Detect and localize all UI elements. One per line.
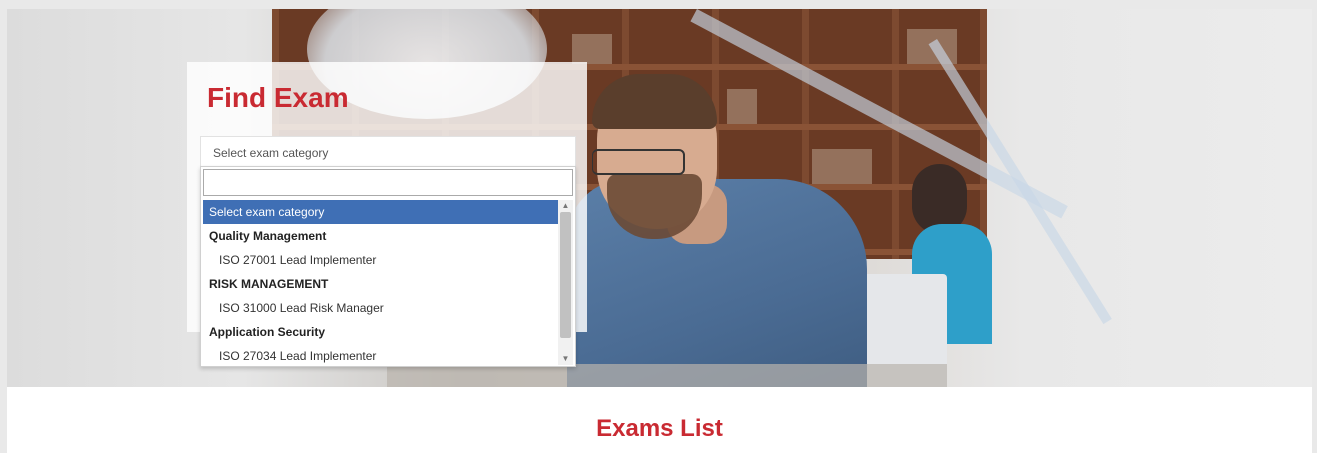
exams-list-section: Exams List <box>7 387 1312 453</box>
exam-category-select-value: Select exam category <box>213 146 329 160</box>
dropdown-options-list: Select exam category Quality Management … <box>203 200 558 365</box>
dropdown-scrollbar[interactable]: ▲ ▼ <box>558 200 573 365</box>
dropdown-group-header: Quality Management <box>209 229 327 243</box>
dropdown-option[interactable]: ISO 27034 Lead Implementer <box>203 344 558 365</box>
dropdown-search-input[interactable] <box>203 169 573 196</box>
dropdown-option[interactable]: ISO 27001 Lead Implementer <box>203 248 558 272</box>
scrollbar-thumb[interactable] <box>560 212 571 338</box>
triangle-up-icon[interactable]: ▲ <box>558 200 573 212</box>
find-exam-title: Find Exam <box>207 82 349 113</box>
exams-list-title: Exams List <box>596 415 723 442</box>
triangle-down-icon[interactable]: ▼ <box>558 353 573 365</box>
dropdown-group-header: RISK MANAGEMENT <box>209 277 329 291</box>
dropdown-option[interactable]: Select exam category <box>203 200 558 224</box>
dropdown-group-header: Application Security <box>209 325 326 339</box>
dropdown-option[interactable]: ISO 31000 Lead Risk Manager <box>203 296 558 320</box>
exam-category-select[interactable]: Select exam category <box>200 136 576 168</box>
